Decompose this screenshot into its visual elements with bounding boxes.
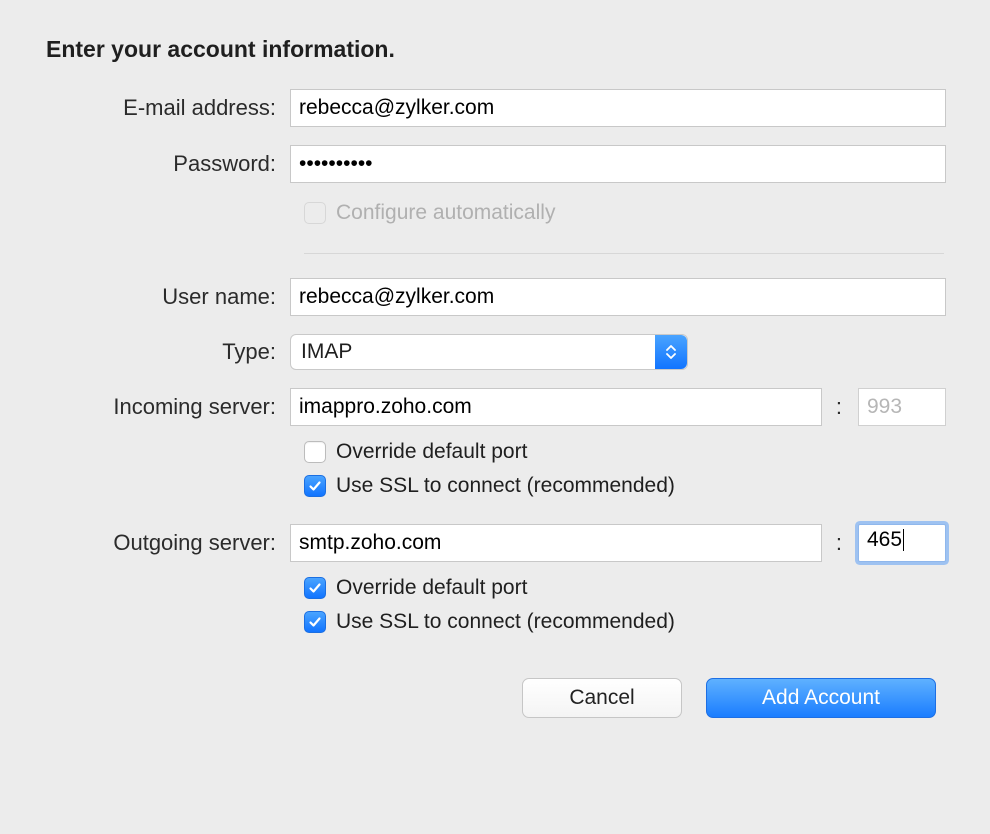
check-icon — [308, 479, 322, 493]
check-icon — [308, 615, 322, 629]
outgoing-port-field[interactable]: 465 — [858, 524, 946, 562]
outgoing-ssl-checkbox[interactable] — [304, 611, 326, 633]
dialog-title: Enter your account information. — [46, 36, 946, 63]
add-account-button[interactable]: Add Account — [706, 678, 936, 718]
row-outgoing-override: Override default port — [304, 576, 946, 600]
configure-auto-checkbox — [304, 202, 326, 224]
type-select-value: IMAP — [301, 340, 352, 364]
row-incoming-override: Override default port — [304, 440, 946, 464]
cancel-button[interactable]: Cancel — [522, 678, 682, 718]
configure-auto-label: Configure automatically — [336, 201, 555, 225]
username-field[interactable] — [290, 278, 946, 316]
row-username: User name: — [44, 278, 946, 316]
outgoing-override-port-label: Override default port — [336, 576, 527, 600]
row-incoming-ssl: Use SSL to connect (recommended) — [304, 474, 946, 498]
row-type: Type: IMAP — [44, 334, 946, 370]
label-outgoing: Outgoing server: — [44, 530, 290, 556]
row-configure-auto: Configure automatically — [304, 201, 946, 225]
incoming-port-field — [858, 388, 946, 426]
colon: : — [832, 530, 848, 556]
label-password: Password: — [44, 151, 290, 177]
divider — [304, 253, 944, 254]
incoming-ssl-checkbox[interactable] — [304, 475, 326, 497]
row-outgoing: Outgoing server: : 465 — [44, 524, 946, 562]
incoming-ssl-label: Use SSL to connect (recommended) — [336, 474, 675, 498]
email-field[interactable] — [290, 89, 946, 127]
outgoing-ssl-label: Use SSL to connect (recommended) — [336, 610, 675, 634]
row-incoming: Incoming server: : — [44, 388, 946, 426]
password-field[interactable] — [290, 145, 946, 183]
button-row: Cancel Add Account — [44, 678, 946, 718]
type-select[interactable]: IMAP — [290, 334, 688, 370]
label-incoming: Incoming server: — [44, 394, 290, 420]
label-email: E-mail address: — [44, 95, 290, 121]
row-password: Password: — [44, 145, 946, 183]
row-email: E-mail address: — [44, 89, 946, 127]
check-icon — [308, 581, 322, 595]
outgoing-override-port-checkbox[interactable] — [304, 577, 326, 599]
row-outgoing-ssl: Use SSL to connect (recommended) — [304, 610, 946, 634]
updown-icon — [655, 335, 687, 369]
incoming-server-field[interactable] — [290, 388, 822, 426]
outgoing-server-field[interactable] — [290, 524, 822, 562]
colon: : — [832, 394, 848, 420]
label-type: Type: — [44, 339, 290, 365]
incoming-override-port-checkbox[interactable] — [304, 441, 326, 463]
account-setup-dialog: Enter your account information. E-mail a… — [0, 0, 990, 758]
incoming-override-port-label: Override default port — [336, 440, 527, 464]
label-username: User name: — [44, 284, 290, 310]
